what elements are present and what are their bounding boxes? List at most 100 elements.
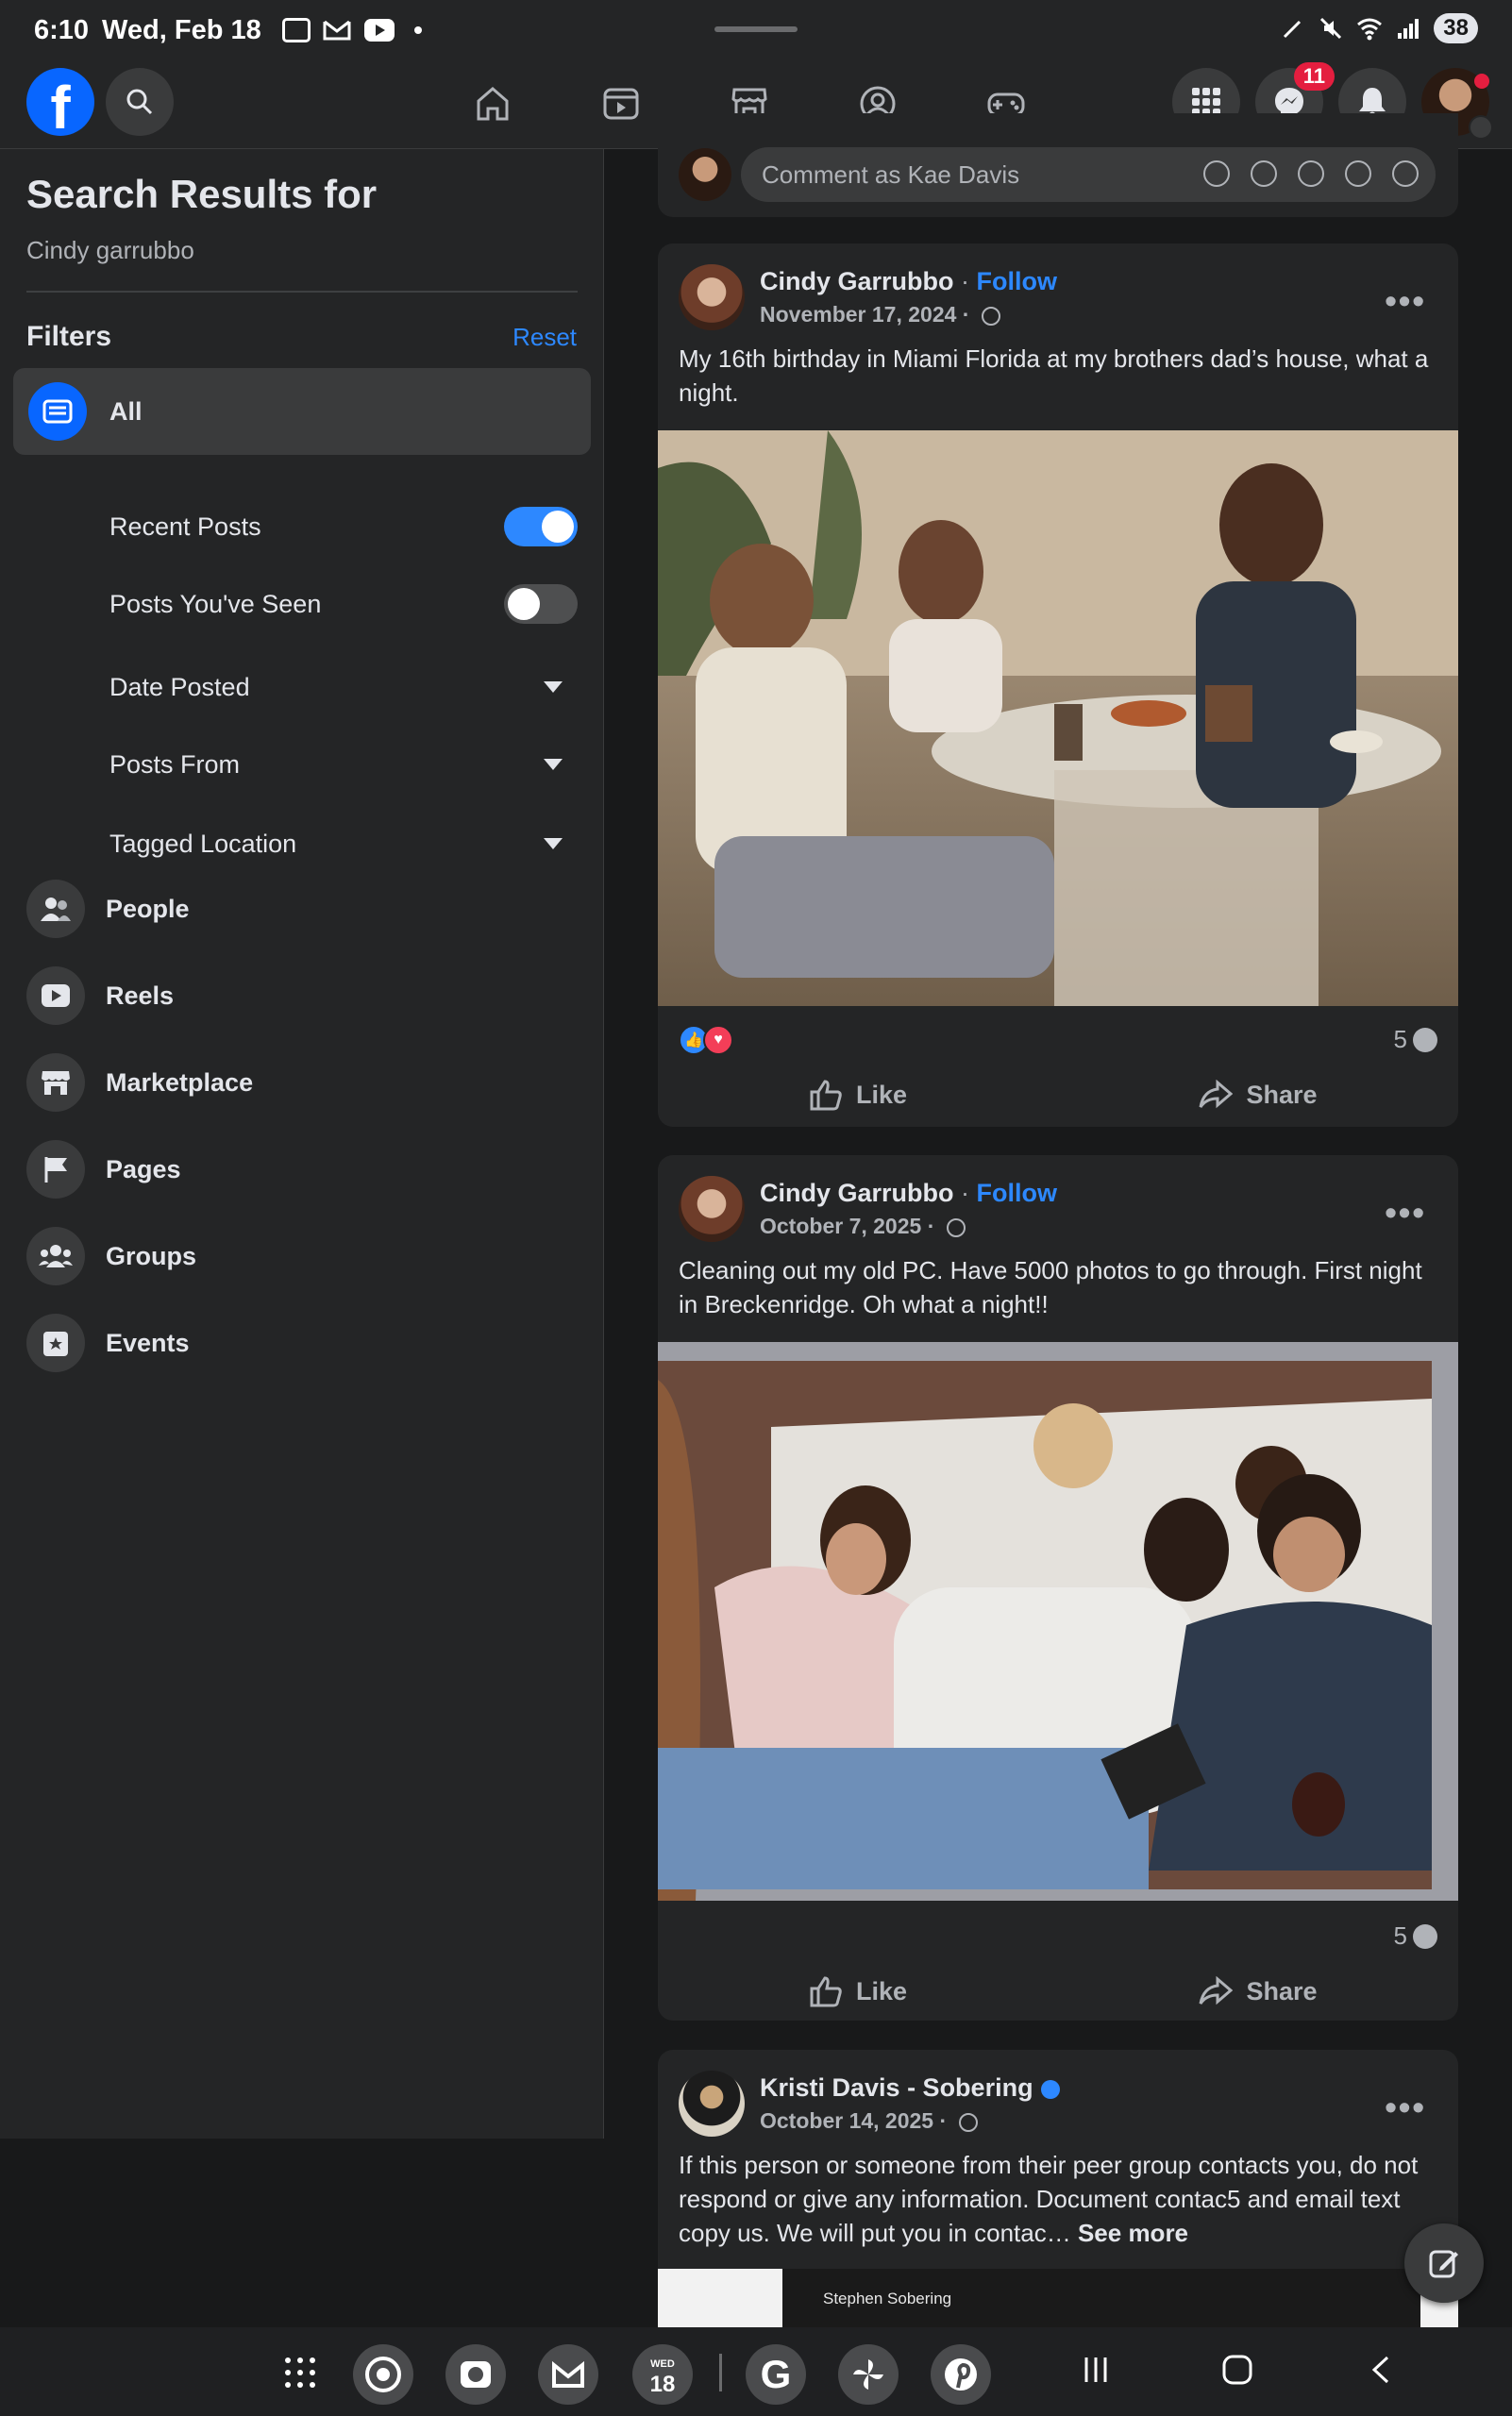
category-label: Reels	[106, 981, 175, 1010]
divider	[26, 291, 578, 293]
pull-handle[interactable]	[714, 26, 798, 32]
share-label: Share	[1246, 1080, 1318, 1109]
more-options-icon[interactable]: •••	[1385, 1193, 1426, 1233]
search-button[interactable]	[106, 68, 174, 136]
notification-icons	[281, 18, 422, 42]
comment-placeholder: Comment as Kae Davis	[762, 159, 1020, 189]
more-options-icon[interactable]: •••	[1385, 281, 1426, 321]
author-name[interactable]: Cindy Garrubbo	[760, 267, 954, 295]
filter-tagged-location[interactable]: Tagged Location	[109, 815, 578, 872]
like-button[interactable]: Like	[658, 1066, 1058, 1123]
globe-icon	[981, 306, 1000, 326]
home-button[interactable]	[1221, 2354, 1253, 2386]
post-card: Cindy Garrubbo · Follow November 17, 202…	[658, 243, 1458, 1127]
people-icon	[26, 880, 85, 938]
comment-input[interactable]: Comment as Kae Davis	[741, 147, 1436, 202]
gmail-icon	[323, 20, 351, 41]
avatar[interactable]	[679, 1176, 745, 1242]
chrome-icon[interactable]	[353, 2344, 413, 2405]
share-icon	[1199, 1976, 1234, 2005]
category-events[interactable]: Events	[26, 1310, 578, 1376]
gmail-app-icon[interactable]	[538, 2344, 598, 2405]
google-app-icon[interactable]: G	[746, 2344, 806, 2405]
author-name[interactable]: Cindy Garrubbo	[760, 1179, 954, 1207]
messenger-badge: 11	[1293, 62, 1335, 91]
calendar-app-icon[interactable]: WED 18	[632, 2344, 693, 2405]
status-date: Wed, Feb 18	[102, 14, 261, 45]
recent-posts-label: Recent Posts	[109, 512, 261, 541]
pinterest-app-icon[interactable]	[931, 2344, 991, 2405]
tab-video[interactable]	[591, 74, 651, 134]
post-date[interactable]: October 14, 2025	[760, 2108, 933, 2133]
search-filters-panel: Search Results for Cindy garrubbo Filter…	[0, 149, 604, 2139]
category-reels[interactable]: Reels	[26, 963, 578, 1029]
post-actions: Like Share	[658, 1066, 1458, 1123]
tagged-location-label: Tagged Location	[109, 829, 297, 858]
caret-down-icon	[544, 681, 563, 693]
camera-icon[interactable]	[1298, 160, 1324, 187]
compose-button[interactable]	[1404, 2223, 1484, 2303]
gif-icon[interactable]	[1345, 160, 1371, 187]
avatar[interactable]	[679, 2071, 745, 2137]
globe-icon	[958, 2112, 978, 2132]
share-button[interactable]: Share	[1058, 1066, 1458, 1123]
comment-bubble-icon	[1413, 1027, 1437, 1052]
recent-posts-toggle[interactable]	[504, 507, 578, 546]
facebook-logo[interactable]: f	[26, 68, 94, 136]
signal-icon	[1398, 19, 1420, 39]
emoji-icon[interactable]	[1251, 160, 1277, 187]
back-button[interactable]	[1367, 2354, 1399, 2386]
reset-button[interactable]: Reset	[512, 323, 577, 352]
filter-all[interactable]: All	[13, 368, 591, 455]
thumbs-up-icon	[810, 1976, 842, 2007]
avatar	[679, 148, 731, 201]
post-photo[interactable]: Stephen Sobering	[658, 2269, 1458, 2327]
dock-separator	[719, 2354, 722, 2391]
camera-app-icon[interactable]	[445, 2344, 506, 2405]
post-photo[interactable]	[658, 430, 1458, 1006]
category-pages[interactable]: Pages	[26, 1136, 578, 1202]
app-drawer-icon[interactable]	[283, 2356, 317, 2390]
follow-button[interactable]: Follow	[977, 267, 1057, 295]
globe-icon	[946, 1217, 966, 1237]
follow-button[interactable]: Follow	[977, 1179, 1057, 1207]
reaction-summary[interactable]: 👍 ♥	[679, 1025, 733, 1055]
comment-count[interactable]: 5	[1394, 1921, 1437, 1951]
filter-date-posted[interactable]: Date Posted	[109, 659, 578, 715]
filter-posts-from[interactable]: Posts From	[109, 736, 578, 793]
post-date[interactable]: October 7, 2025	[760, 1214, 921, 1238]
date-posted-label: Date Posted	[109, 672, 250, 701]
comment-count[interactable]: 5	[1394, 1025, 1437, 1054]
thumbs-up-icon	[810, 1080, 842, 1111]
wifi-icon	[1357, 18, 1383, 41]
like-label: Like	[855, 1976, 908, 2005]
battery-indicator: 38	[1434, 13, 1478, 43]
more-options-icon[interactable]: •••	[1385, 2088, 1426, 2127]
post-card: Cindy Garrubbo · Follow October 7, 2025 …	[658, 1155, 1458, 2021]
events-icon	[26, 1314, 85, 1372]
category-groups[interactable]: Groups	[26, 1223, 578, 1289]
post-text: My 16th birthday in Miami Florida at my …	[679, 344, 1429, 407]
share-button[interactable]: Share	[1058, 1963, 1458, 2020]
post-photo[interactable]	[658, 1342, 1458, 1901]
avatar[interactable]	[679, 264, 745, 330]
post-date[interactable]: November 17, 2024	[760, 302, 956, 327]
tab-home[interactable]	[462, 74, 523, 134]
recent-apps-button[interactable]	[1080, 2354, 1112, 2386]
chevron-down-icon	[1469, 115, 1493, 140]
flag-icon	[26, 1140, 85, 1199]
posts-from-label: Posts From	[109, 749, 241, 779]
love-reaction-icon: ♥	[703, 1025, 733, 1055]
author-name[interactable]: Kristi Davis - Sobering	[760, 2073, 1033, 2102]
posts-seen-toggle[interactable]	[504, 584, 578, 624]
avatar-sticker-icon[interactable]	[1203, 160, 1230, 187]
pinwheel-app-icon[interactable]	[838, 2344, 899, 2405]
sticker-icon[interactable]	[1392, 160, 1419, 187]
caret-down-icon	[544, 838, 563, 849]
filter-all-label: All	[109, 396, 143, 426]
category-people[interactable]: People	[26, 876, 578, 942]
see-more-link[interactable]: See more	[1078, 2219, 1188, 2247]
share-icon	[1199, 1080, 1234, 1109]
category-marketplace[interactable]: Marketplace	[26, 1049, 578, 1116]
like-button[interactable]: Like	[658, 1963, 1058, 2020]
